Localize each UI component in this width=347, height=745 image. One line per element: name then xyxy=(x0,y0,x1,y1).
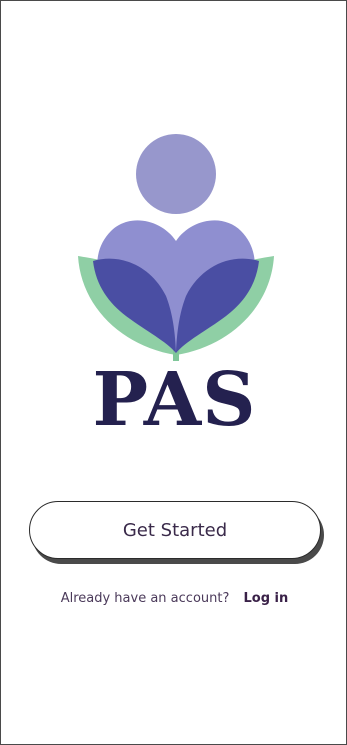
login-row: Already have an account? Log in xyxy=(1,591,347,606)
login-prompt-text: Already have an account? xyxy=(60,591,230,606)
logo-head-circle xyxy=(136,134,216,214)
brand-wordmark: PAS xyxy=(92,357,257,443)
login-link[interactable]: Log in xyxy=(244,591,289,606)
get-started-button[interactable]: Get Started xyxy=(29,501,321,559)
screen: PAS Get Started Already have an account?… xyxy=(0,0,347,745)
pas-logo xyxy=(78,134,274,361)
